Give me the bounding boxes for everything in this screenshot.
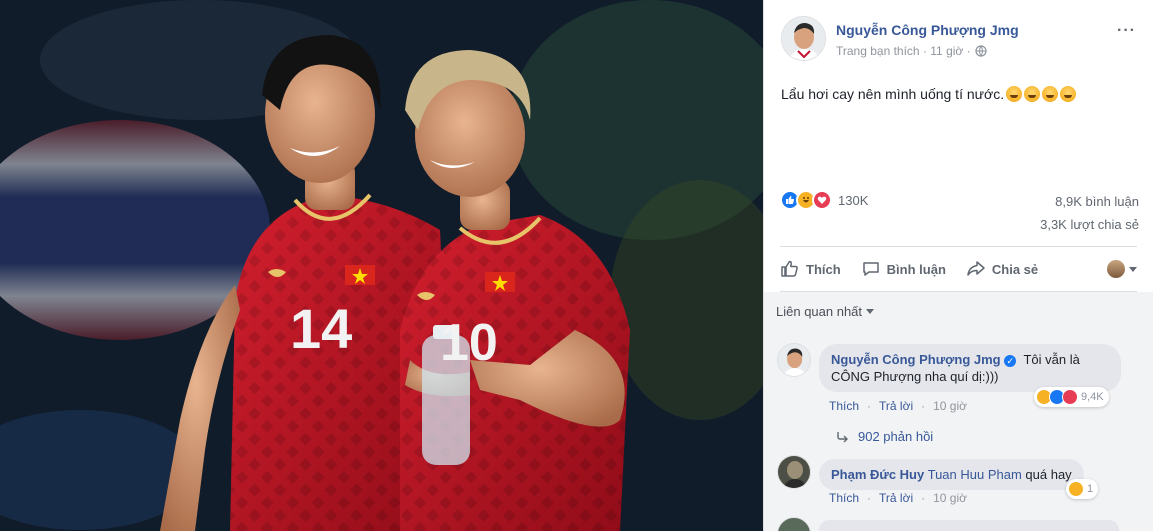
comment-text: quá hay — [1025, 467, 1072, 482]
caret-down-icon — [1129, 266, 1137, 272]
jersey-number-right: 10 — [440, 314, 498, 372]
comment-time[interactable]: 10 giờ — [933, 491, 967, 505]
like-button-label: Thích — [806, 261, 841, 277]
comment-reactions[interactable]: 9,4K — [1034, 387, 1109, 407]
comment-reply-link[interactable]: Trả lời — [879, 491, 913, 505]
comment-bubble: Nguyễn Công Phượng Jmg ✓ Tôi vẫn là CÔNG… — [819, 344, 1121, 392]
comment-count[interactable]: 8,9K bình luận — [1055, 194, 1139, 209]
comment-like-link[interactable]: Thích — [829, 399, 859, 413]
commenter-avatar[interactable] — [777, 455, 811, 489]
comment-sort-label: Liên quan nhất — [776, 304, 863, 319]
rofl-emoji-icon — [1006, 86, 1023, 102]
post-actions: Thích Bình luận Chia sẻ — [780, 247, 1137, 291]
commenter-avatar[interactable] — [777, 343, 811, 377]
comment-sort-dropdown[interactable]: Liên quan nhất — [776, 304, 875, 319]
globe-icon[interactable] — [975, 45, 987, 57]
love-reaction-icon — [1062, 389, 1078, 405]
share-button-label: Chia sẻ — [991, 261, 1039, 277]
comment-reactions[interactable]: 1 — [1066, 479, 1099, 499]
comment-actions: Thích · Trả lời · 10 giờ — [829, 399, 967, 413]
commenter-avatar[interactable] — [777, 517, 811, 531]
rofl-emoji-icon — [1060, 86, 1077, 102]
post-meta-text: Trang bạn thích · 11 giờ · — [836, 44, 971, 58]
thumbs-up-icon — [781, 260, 798, 277]
comment-actions: Thích · Trả lời · 10 giờ — [829, 491, 967, 505]
haha-reaction-icon — [1068, 481, 1084, 497]
comment-button-label: Bình luận — [886, 261, 946, 277]
comment-bubble — [819, 520, 1119, 531]
reaction-summary[interactable]: 130K — [780, 190, 868, 210]
verified-badge-icon: ✓ — [1004, 354, 1017, 367]
comment-reaction-count: 9,4K — [1081, 391, 1104, 403]
love-reaction-icon — [812, 190, 832, 210]
author-name[interactable]: Nguyễn Công Phượng Jmg — [836, 22, 1019, 38]
like-button[interactable]: Thích — [780, 259, 841, 279]
comment-icon — [862, 262, 879, 276]
reply-arrow-icon — [837, 431, 848, 442]
post-viewer: 14 10 Nguyễn Công Phượng Jmg Trang bạn t… — [0, 0, 1153, 531]
reaction-count: 130K — [838, 192, 869, 208]
comment-bubble: Phạm Đức Huy Tuan Huu Pham quá hay — [819, 459, 1084, 490]
post-photo[interactable]: 14 10 — [0, 0, 763, 531]
comment-button[interactable]: Bình luận — [861, 259, 946, 279]
commenter-name[interactable]: Phạm Đức Huy — [831, 467, 924, 482]
posting-as-selector[interactable] — [1107, 260, 1137, 278]
post-details-panel: Nguyễn Công Phượng Jmg Trang bạn thích ·… — [763, 0, 1153, 531]
viewer-avatar — [1107, 260, 1125, 278]
more-options-icon[interactable]: ··· — [1117, 22, 1136, 40]
caret-down-icon — [866, 309, 875, 314]
share-icon — [967, 261, 985, 276]
comment-like-link[interactable]: Thích — [829, 491, 859, 505]
post-meta: Trang bạn thích · 11 giờ · — [836, 44, 987, 58]
share-count[interactable]: 3,3K lượt chia sẻ — [1040, 217, 1139, 232]
rofl-emoji-icon — [1024, 86, 1041, 102]
jersey-number-left: 14 — [290, 297, 352, 360]
author-avatar[interactable] — [781, 16, 826, 61]
comment-text-line2: CÔNG Phượng nha quí dị:))) — [831, 369, 999, 384]
comment-reaction-count: 1 — [1087, 483, 1094, 495]
comment-text: Tôi vẫn là — [1023, 352, 1080, 367]
comment-reply-link[interactable]: Trả lời — [879, 399, 913, 413]
comments-section: Liên quan nhất Nguyễn Công Phượng Jmg ✓ … — [764, 292, 1153, 531]
view-replies-link[interactable]: 902 phản hồi — [836, 429, 933, 444]
comment-time[interactable]: 10 giờ — [933, 399, 967, 413]
replies-label: 902 phản hồi — [858, 429, 934, 444]
commenter-name[interactable]: Nguyễn Công Phượng Jmg — [831, 352, 1001, 367]
post-caption: Lẩu hơi cay nên mình uống tí nước. — [781, 86, 1077, 102]
football-players-image: 14 10 — [0, 0, 763, 531]
tagged-user[interactable]: Tuan Huu Pham — [928, 467, 1022, 482]
share-button[interactable]: Chia sẻ — [966, 259, 1038, 279]
rofl-emoji-icon — [1042, 86, 1059, 102]
post-caption-text: Lẩu hơi cay nên mình uống tí nước. — [781, 86, 1005, 102]
